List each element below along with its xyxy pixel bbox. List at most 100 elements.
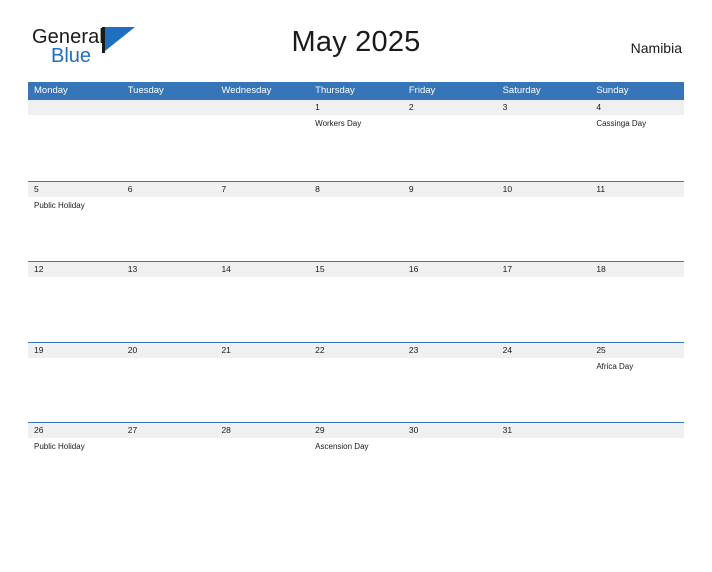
calendar-day-cell[interactable]: 26 Public Holiday: [28, 423, 122, 503]
calendar-day-cell[interactable]: 12: [28, 262, 122, 342]
calendar-page: General Blue May 2025 Namibia Monday Tues…: [0, 22, 712, 572]
calendar-week-row: 19 20 21 22 23 24 25 Africa Day: [28, 341, 685, 422]
day-events: [122, 197, 216, 200]
calendar-day-cell[interactable]: 4 Cassinga Day: [590, 100, 685, 181]
calendar-day-cell[interactable]: 24: [496, 342, 591, 422]
calendar-day-cell[interactable]: 18: [590, 262, 685, 342]
calendar-day-cell[interactable]: 1 Workers Day: [309, 100, 403, 181]
calendar-day-cell[interactable]: 25 Africa Day: [590, 342, 685, 422]
calendar-week-row: 5 Public Holiday 6 7 8 9 10 11: [28, 180, 685, 261]
calendar-day-cell[interactable]: 2: [402, 100, 497, 181]
day-events: [590, 197, 684, 200]
day-events: [215, 358, 309, 361]
day-of-week-friday: Friday: [408, 85, 436, 96]
calendar-day-cell[interactable]: 11: [590, 181, 685, 261]
day-events: [403, 115, 497, 118]
day-number: 19: [28, 342, 122, 358]
calendar-day-cell[interactable]: 14: [215, 262, 310, 342]
day-events: [497, 197, 591, 200]
page-title: May 2025: [291, 26, 421, 58]
day-events: [497, 115, 591, 118]
calendar-day-cell-empty: [28, 100, 122, 181]
day-number: 7: [215, 181, 310, 197]
day-number: 1: [309, 100, 403, 115]
day-events: [403, 358, 497, 361]
holiday-label: Ascension Day: [315, 442, 369, 451]
calendar-day-cell[interactable]: 16: [402, 262, 497, 342]
calendar-weeks: 1 Workers Day 2 3 4 Cassinga Day 5 Public Holid…: [28, 100, 685, 503]
day-events: [215, 277, 309, 280]
calendar-day-cell[interactable]: 10: [496, 181, 591, 261]
calendar-day-cell[interactable]: 7: [215, 181, 310, 261]
day-number: 12: [28, 262, 122, 277]
day-number: 9: [402, 181, 497, 197]
day-events: [215, 115, 309, 118]
calendar-day-cell[interactable]: 27: [121, 423, 216, 503]
calendar-day-cell[interactable]: 15: [309, 262, 403, 342]
holiday-label: Cassinga Day: [596, 119, 647, 128]
page-header: General Blue May 2025 Namibia: [28, 22, 684, 74]
calendar-day-cell[interactable]: 28: [215, 423, 310, 503]
day-events: [497, 277, 591, 280]
calendar-day-cell[interactable]: 22: [309, 342, 403, 422]
day-events: [309, 197, 403, 200]
day-number: 16: [402, 262, 497, 277]
day-events: [122, 277, 216, 280]
calendar-day-cell[interactable]: 5 Public Holiday: [28, 181, 122, 261]
day-events: [28, 115, 122, 118]
day-number: 22: [309, 342, 403, 358]
day-number: 2: [402, 100, 497, 115]
day-events: [497, 358, 591, 361]
day-number: [590, 423, 685, 438]
day-number: [215, 100, 310, 115]
calendar-day-cell[interactable]: 31: [496, 423, 591, 503]
calendar-day-cell[interactable]: 21: [215, 342, 310, 422]
day-events: [403, 197, 497, 200]
day-events: [215, 438, 309, 441]
calendar-day-cell-empty: [121, 100, 216, 181]
calendar-week-row: 1 Workers Day 2 3 4 Cassinga Day: [28, 100, 685, 181]
day-number: 29: [309, 423, 403, 438]
calendar-day-cell[interactable]: 6: [121, 181, 216, 261]
calendar-day-cell[interactable]: 3: [496, 100, 591, 181]
day-events: Workers Day: [309, 115, 403, 129]
day-number: 23: [402, 342, 497, 358]
day-number: [121, 100, 216, 115]
calendar-day-cell[interactable]: 17: [496, 262, 591, 342]
calendar-day-cell[interactable]: 20: [121, 342, 216, 422]
day-events: [28, 277, 122, 280]
calendar-grid: Monday Tuesday Wednesday Thursday Friday Satu…: [28, 82, 685, 503]
day-of-week-sunday: Sunday: [596, 85, 629, 96]
day-events: [122, 115, 216, 118]
day-events: Cassinga Day: [590, 115, 684, 129]
day-number: 6: [121, 181, 216, 197]
calendar-day-cell[interactable]: 23: [402, 342, 497, 422]
calendar-day-cell[interactable]: 8: [309, 181, 403, 261]
day-of-week-wednesday: Wednesday: [221, 85, 272, 96]
day-number: [28, 100, 122, 115]
day-events: [122, 438, 216, 441]
day-events: [590, 438, 684, 441]
day-events: [215, 197, 309, 200]
day-of-week-tuesday: Tuesday: [127, 85, 164, 96]
day-number: 3: [496, 100, 591, 115]
day-events: [497, 438, 591, 441]
day-number: 4: [590, 100, 685, 115]
day-of-week-thursday: Thursday: [315, 85, 355, 96]
calendar-day-cell[interactable]: 29 Ascension Day: [309, 423, 403, 503]
day-number: 24: [496, 342, 591, 358]
day-of-week-saturday: Saturday: [502, 85, 541, 96]
calendar-day-cell[interactable]: 19: [28, 342, 122, 422]
calendar-day-cell[interactable]: 13: [121, 262, 216, 342]
day-number: 8: [309, 181, 403, 197]
calendar-week-row: 26 Public Holiday 27 28 29 Ascension Day 30 31: [28, 422, 685, 503]
day-number: 5: [28, 181, 122, 197]
calendar-day-cell-empty: [215, 100, 310, 181]
day-number: 30: [402, 423, 497, 438]
calendar-day-cell[interactable]: 9: [402, 181, 497, 261]
day-number: 27: [121, 423, 216, 438]
day-number: 25: [590, 342, 685, 358]
day-of-week-header: Monday Tuesday Wednesday Thursday Friday Satu…: [28, 82, 684, 100]
calendar-day-cell[interactable]: 30: [402, 423, 497, 503]
day-events: [309, 358, 403, 361]
